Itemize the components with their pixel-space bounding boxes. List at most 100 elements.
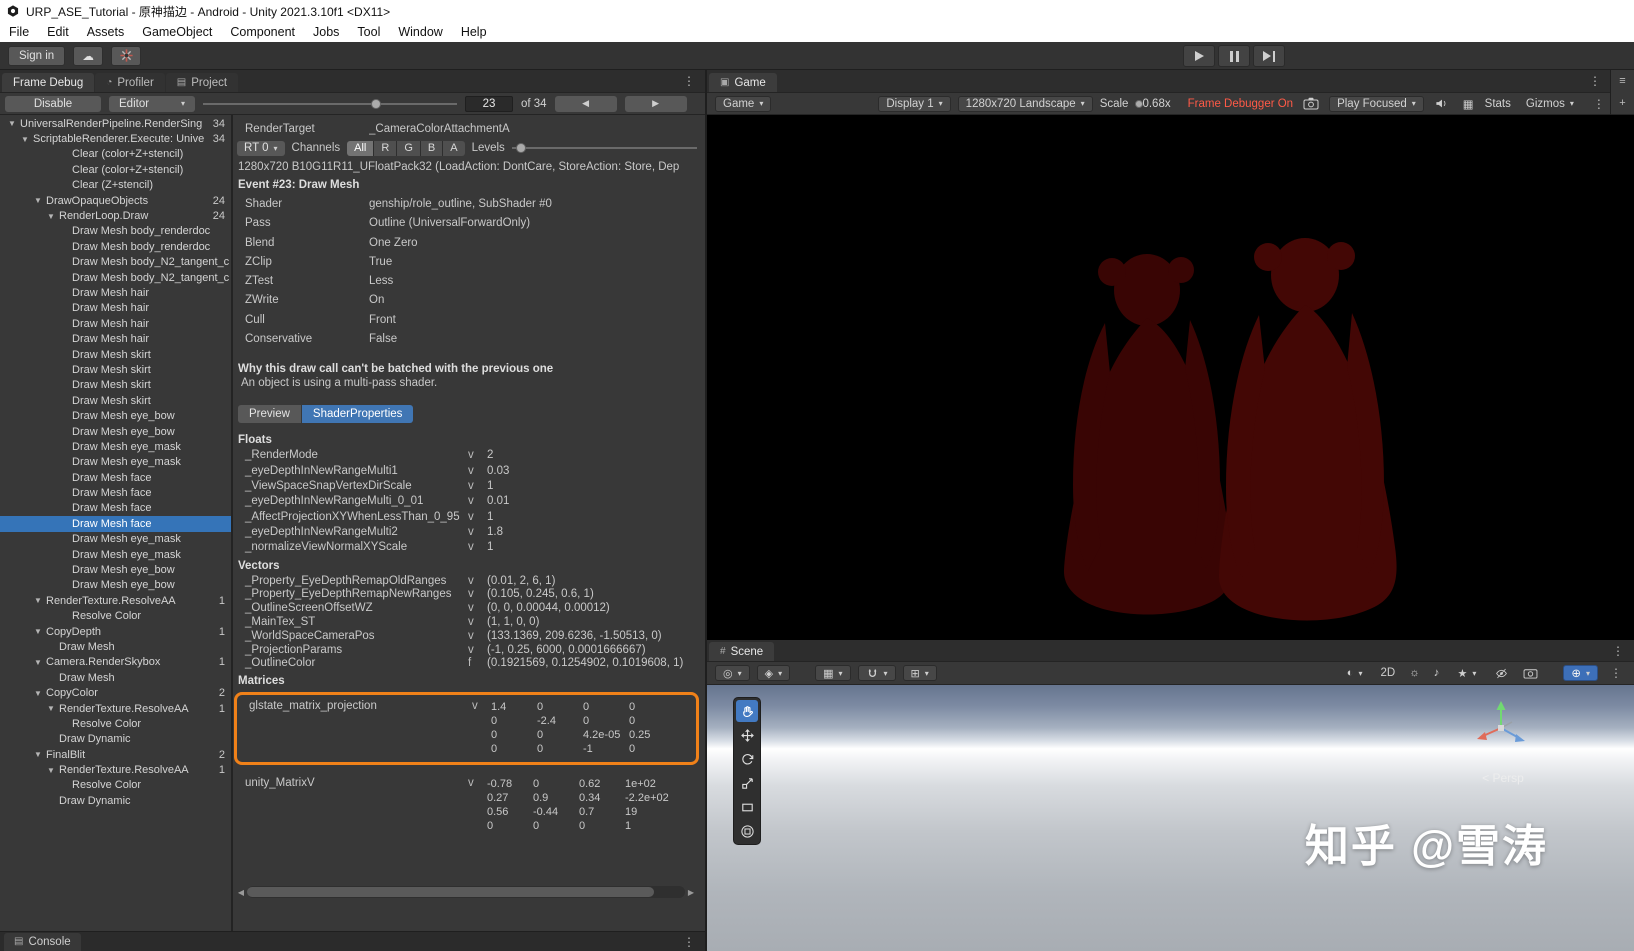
- menu-item-gameobject[interactable]: GameObject: [133, 22, 221, 42]
- expand-arrow-icon[interactable]: ▼: [34, 596, 46, 605]
- expand-arrow-icon[interactable]: ▼: [34, 196, 46, 205]
- game-viewport[interactable]: [707, 115, 1634, 640]
- stats-button[interactable]: Stats: [1485, 98, 1511, 110]
- scene-camera-settings-button[interactable]: [1520, 665, 1541, 681]
- channel-a-button[interactable]: A: [443, 141, 464, 156]
- disable-button[interactable]: Disable: [5, 96, 101, 112]
- tree-item[interactable]: Draw Mesh eye_bow: [0, 424, 231, 439]
- toggle-2d-button[interactable]: 2D: [1377, 665, 1398, 681]
- tree-item[interactable]: Draw Dynamic: [0, 732, 231, 747]
- tree-item[interactable]: ▼FinalBlit2: [0, 747, 231, 762]
- tree-item[interactable]: ▼DrawOpaqueObjects24: [0, 193, 231, 208]
- tree-item[interactable]: ▼UniversalRenderPipeline.RenderSing34: [0, 116, 231, 131]
- expand-arrow-icon[interactable]: ▼: [47, 766, 59, 775]
- tree-item[interactable]: Draw Mesh: [0, 670, 231, 685]
- tree-item[interactable]: Draw Mesh: [0, 639, 231, 654]
- tree-item[interactable]: Draw Mesh eye_mask: [0, 439, 231, 454]
- channel-r-button[interactable]: R: [374, 141, 397, 156]
- scale-tool-button[interactable]: [736, 772, 758, 794]
- snap-settings-dropdown[interactable]: ▾: [858, 665, 896, 681]
- scrollbar-track[interactable]: [247, 886, 685, 898]
- pause-button[interactable]: [1218, 45, 1250, 67]
- rt-dropdown[interactable]: RT 0 ▾: [237, 141, 285, 156]
- tree-item[interactable]: Draw Dynamic: [0, 793, 231, 808]
- tree-item[interactable]: Resolve Color: [0, 778, 231, 793]
- projection-mode-label[interactable]: < Persp: [1468, 771, 1538, 785]
- tree-item[interactable]: Draw Mesh face: [0, 516, 231, 531]
- hand-tool-button[interactable]: [736, 700, 758, 722]
- tree-item[interactable]: Draw Mesh body_N2_tangent_c: [0, 270, 231, 285]
- scrollbar-thumb[interactable]: [247, 887, 654, 897]
- cloud-services-button[interactable]: ☁: [73, 46, 103, 66]
- mute-audio-button[interactable]: [1431, 96, 1452, 112]
- tree-item[interactable]: Resolve Color: [0, 609, 231, 624]
- scene-lighting-button[interactable]: ☼: [1406, 665, 1423, 681]
- tree-item[interactable]: Clear (color+Z+stencil): [0, 162, 231, 177]
- screenshot-camera-button[interactable]: [1300, 96, 1322, 112]
- metrics-grid-icon[interactable]: ▦: [1460, 96, 1477, 112]
- kebab-menu-icon[interactable]: ⋮: [1606, 666, 1626, 680]
- tree-item[interactable]: ▼RenderTexture.ResolveAA1: [0, 701, 231, 716]
- next-frame-button[interactable]: ▶: [625, 96, 687, 112]
- play-button[interactable]: [1183, 45, 1215, 67]
- channel-g-button[interactable]: G: [397, 141, 421, 156]
- tree-item[interactable]: ▼CopyColor2: [0, 685, 231, 700]
- expand-arrow-icon[interactable]: ▼: [34, 689, 46, 698]
- plugin-starburst-button[interactable]: [111, 46, 141, 66]
- tree-item[interactable]: Draw Mesh hair: [0, 285, 231, 300]
- tree-item[interactable]: Draw Mesh skirt: [0, 362, 231, 377]
- expand-arrow-icon[interactable]: ▼: [34, 658, 46, 667]
- view-tab-shaderproperties[interactable]: ShaderProperties: [302, 405, 414, 423]
- tree-item[interactable]: Draw Mesh eye_bow: [0, 408, 231, 423]
- scene-view-options-dropdown[interactable]: ⊕ ▾: [1563, 665, 1598, 681]
- menu-item-tool[interactable]: Tool: [348, 22, 389, 42]
- tree-item[interactable]: Draw Mesh face: [0, 501, 231, 516]
- scene-visibility-grid-icon[interactable]: [1549, 665, 1555, 681]
- tree-item[interactable]: ▼Camera.RenderSkybox1: [0, 655, 231, 670]
- grid-visibility-dropdown[interactable]: ▦ ▾: [815, 665, 850, 681]
- transform-tool-button[interactable]: [736, 820, 758, 842]
- tree-item[interactable]: Draw Mesh body_renderdoc: [0, 239, 231, 254]
- tab-project[interactable]: ▤Project: [166, 73, 238, 92]
- game-display-mode-dropdown[interactable]: Game ▾: [715, 96, 771, 112]
- menu-item-help[interactable]: Help: [452, 22, 496, 42]
- frame-number-input[interactable]: [465, 96, 513, 112]
- expand-arrow-icon[interactable]: ▼: [34, 750, 46, 759]
- tool-handle-pivot-dropdown[interactable]: ◎ ▾: [715, 665, 750, 681]
- scene-viewport[interactable]: < Persp 知乎 @雪涛: [707, 685, 1634, 951]
- tool-handle-rotation-dropdown[interactable]: ◈ ▾: [757, 665, 790, 681]
- tree-item[interactable]: Draw Mesh face: [0, 485, 231, 500]
- kebab-menu-icon[interactable]: ⋮: [1585, 74, 1605, 88]
- tab-scene[interactable]: # Scene: [709, 642, 774, 661]
- kebab-menu-icon[interactable]: ⋮: [1608, 644, 1628, 658]
- tree-item[interactable]: Draw Mesh hair: [0, 301, 231, 316]
- tab-console[interactable]: ▤ Console: [4, 933, 81, 951]
- kebab-menu-icon[interactable]: ⋮: [679, 74, 699, 88]
- channel-b-button[interactable]: B: [421, 141, 443, 156]
- tree-item[interactable]: Draw Mesh hair: [0, 331, 231, 346]
- gizmos-dropdown[interactable]: Gizmos ▾: [1519, 96, 1581, 112]
- tree-item[interactable]: Draw Mesh skirt: [0, 378, 231, 393]
- menu-item-file[interactable]: File: [0, 22, 38, 42]
- increment-snap-dropdown[interactable]: ⊞ ▾: [903, 665, 937, 681]
- scene-audio-button[interactable]: ♪: [1431, 665, 1443, 681]
- scroll-left-icon[interactable]: ◀: [235, 888, 247, 897]
- expand-arrow-icon[interactable]: ▼: [47, 212, 59, 221]
- tab-profiler[interactable]: ◔Profiler: [95, 73, 164, 92]
- move-tool-button[interactable]: [736, 724, 758, 746]
- tree-item[interactable]: Draw Mesh eye_mask: [0, 455, 231, 470]
- add-tab-icon[interactable]: +: [1619, 97, 1625, 109]
- tree-item[interactable]: Clear (color+Z+stencil): [0, 147, 231, 162]
- expand-arrow-icon[interactable]: ▼: [8, 119, 20, 128]
- tree-item[interactable]: Draw Mesh eye_bow: [0, 578, 231, 593]
- layout-menu-icon[interactable]: ≡: [1619, 75, 1625, 87]
- tree-item[interactable]: Draw Mesh hair: [0, 316, 231, 331]
- hidden-objects-button[interactable]: [1491, 665, 1512, 681]
- tree-item[interactable]: Draw Mesh face: [0, 470, 231, 485]
- play-focused-dropdown[interactable]: Play Focused ▾: [1329, 96, 1424, 112]
- resolution-dropdown[interactable]: 1280x720 Landscape ▾: [958, 96, 1093, 112]
- tree-item[interactable]: ▼ScriptableRenderer.Execute: Unive34: [0, 131, 231, 146]
- tree-item[interactable]: ▼CopyDepth1: [0, 624, 231, 639]
- tree-item[interactable]: ▼RenderLoop.Draw24: [0, 208, 231, 223]
- tab-frame-debug[interactable]: Frame Debug: [2, 73, 94, 92]
